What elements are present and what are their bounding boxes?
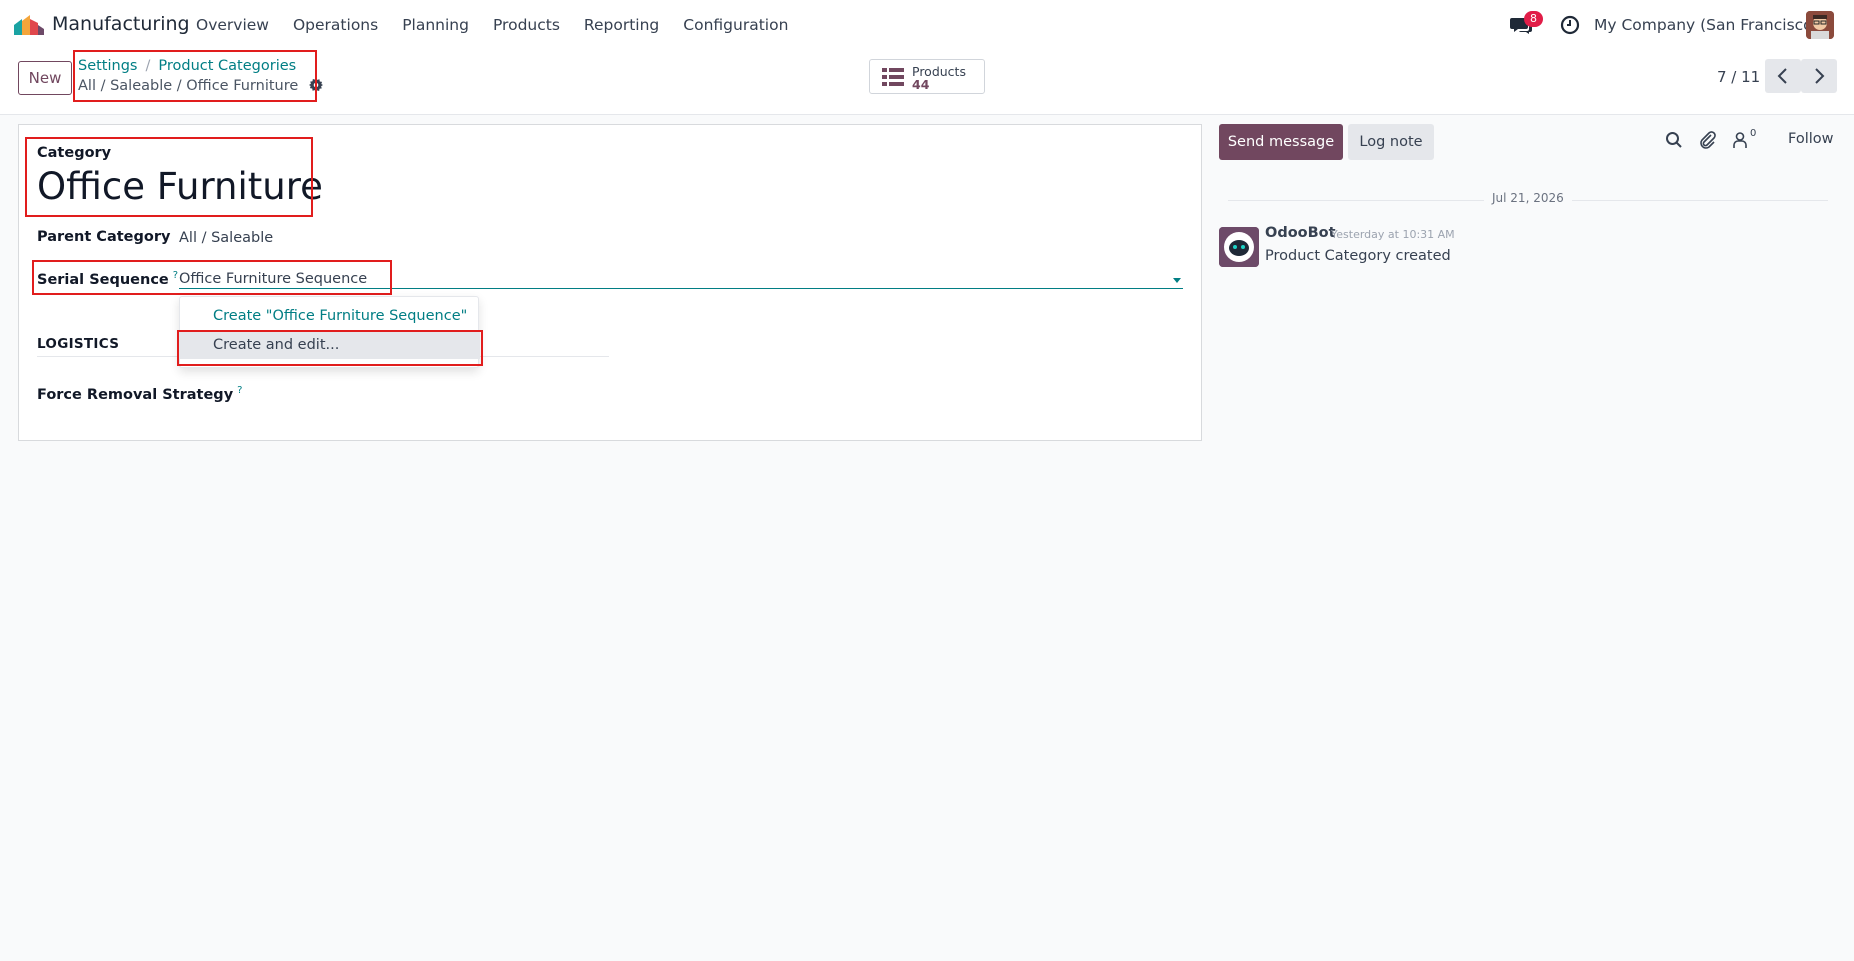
products-smart-button[interactable]: Products 44 [869,59,985,94]
manufacturing-app-icon[interactable] [14,15,44,35]
menu-configuration[interactable]: Configuration [683,16,788,34]
create-option[interactable]: Create "Office Furniture Sequence" [180,302,480,330]
date-separator: Jul 21, 2026 [1492,191,1564,205]
send-message-button[interactable]: Send message [1219,124,1343,160]
followers-count: 0 [1750,128,1757,139]
help-tooltip-icon[interactable]: ? [237,385,242,396]
message-author[interactable]: OdooBot [1265,225,1336,241]
chevron-right-icon [1815,68,1825,84]
logistics-section-title: LOGISTICS [37,336,120,352]
menu-operations[interactable]: Operations [293,16,378,34]
app-name[interactable]: Manufacturing [52,13,190,35]
date-separator-line-left [1228,200,1484,201]
clock-icon[interactable] [1560,15,1580,35]
top-navbar: Manufacturing Overview Operations Planni… [0,0,1854,50]
search-icon[interactable] [1665,131,1683,149]
menu-overview[interactable]: Overview [196,16,269,34]
follow-button[interactable]: Follow [1788,131,1833,147]
highlight-breadcrumb [73,50,317,102]
message-body: Product Category created [1265,248,1451,264]
messages-badge: 8 [1524,11,1543,27]
paperclip-icon[interactable] [1699,131,1717,149]
robot-icon [1219,227,1259,267]
parent-category-label: Parent Category [37,229,171,245]
date-separator-line-right [1572,200,1828,201]
menu-products[interactable]: Products [493,16,560,34]
caret-down-icon[interactable] [1173,278,1181,283]
menu-planning[interactable]: Planning [402,16,469,34]
removal-strategy-label: Force Removal Strategy? [37,385,242,403]
user-avatar-icon [1806,11,1834,39]
menu-reporting[interactable]: Reporting [584,16,659,34]
highlight-serial-sequence [32,260,392,295]
pager-value[interactable]: 7 / 11 [1717,68,1760,86]
parent-category-field[interactable]: All / Saleable [179,230,273,246]
list-icon [882,68,904,86]
new-button[interactable]: New [18,61,72,95]
pager-previous-button[interactable] [1765,59,1801,93]
odoobot-avatar [1219,227,1259,267]
log-note-button[interactable]: Log note [1348,124,1434,160]
followers-icon[interactable] [1731,131,1749,149]
highlight-title [25,137,313,217]
smart-button-value: 44 [912,77,930,92]
highlight-create-and-edit [177,330,483,366]
company-switcher[interactable]: My Company (San Francisco) [1594,16,1819,34]
user-avatar[interactable] [1806,11,1834,39]
chevron-left-icon [1777,68,1787,84]
message-timestamp: Yesterday at 10:31 AM [1331,228,1455,241]
removal-strategy-label-text: Force Removal Strategy [37,387,234,403]
pager-next-button[interactable] [1801,59,1837,93]
main-menu: Overview Operations Planning Products Re… [196,16,812,34]
